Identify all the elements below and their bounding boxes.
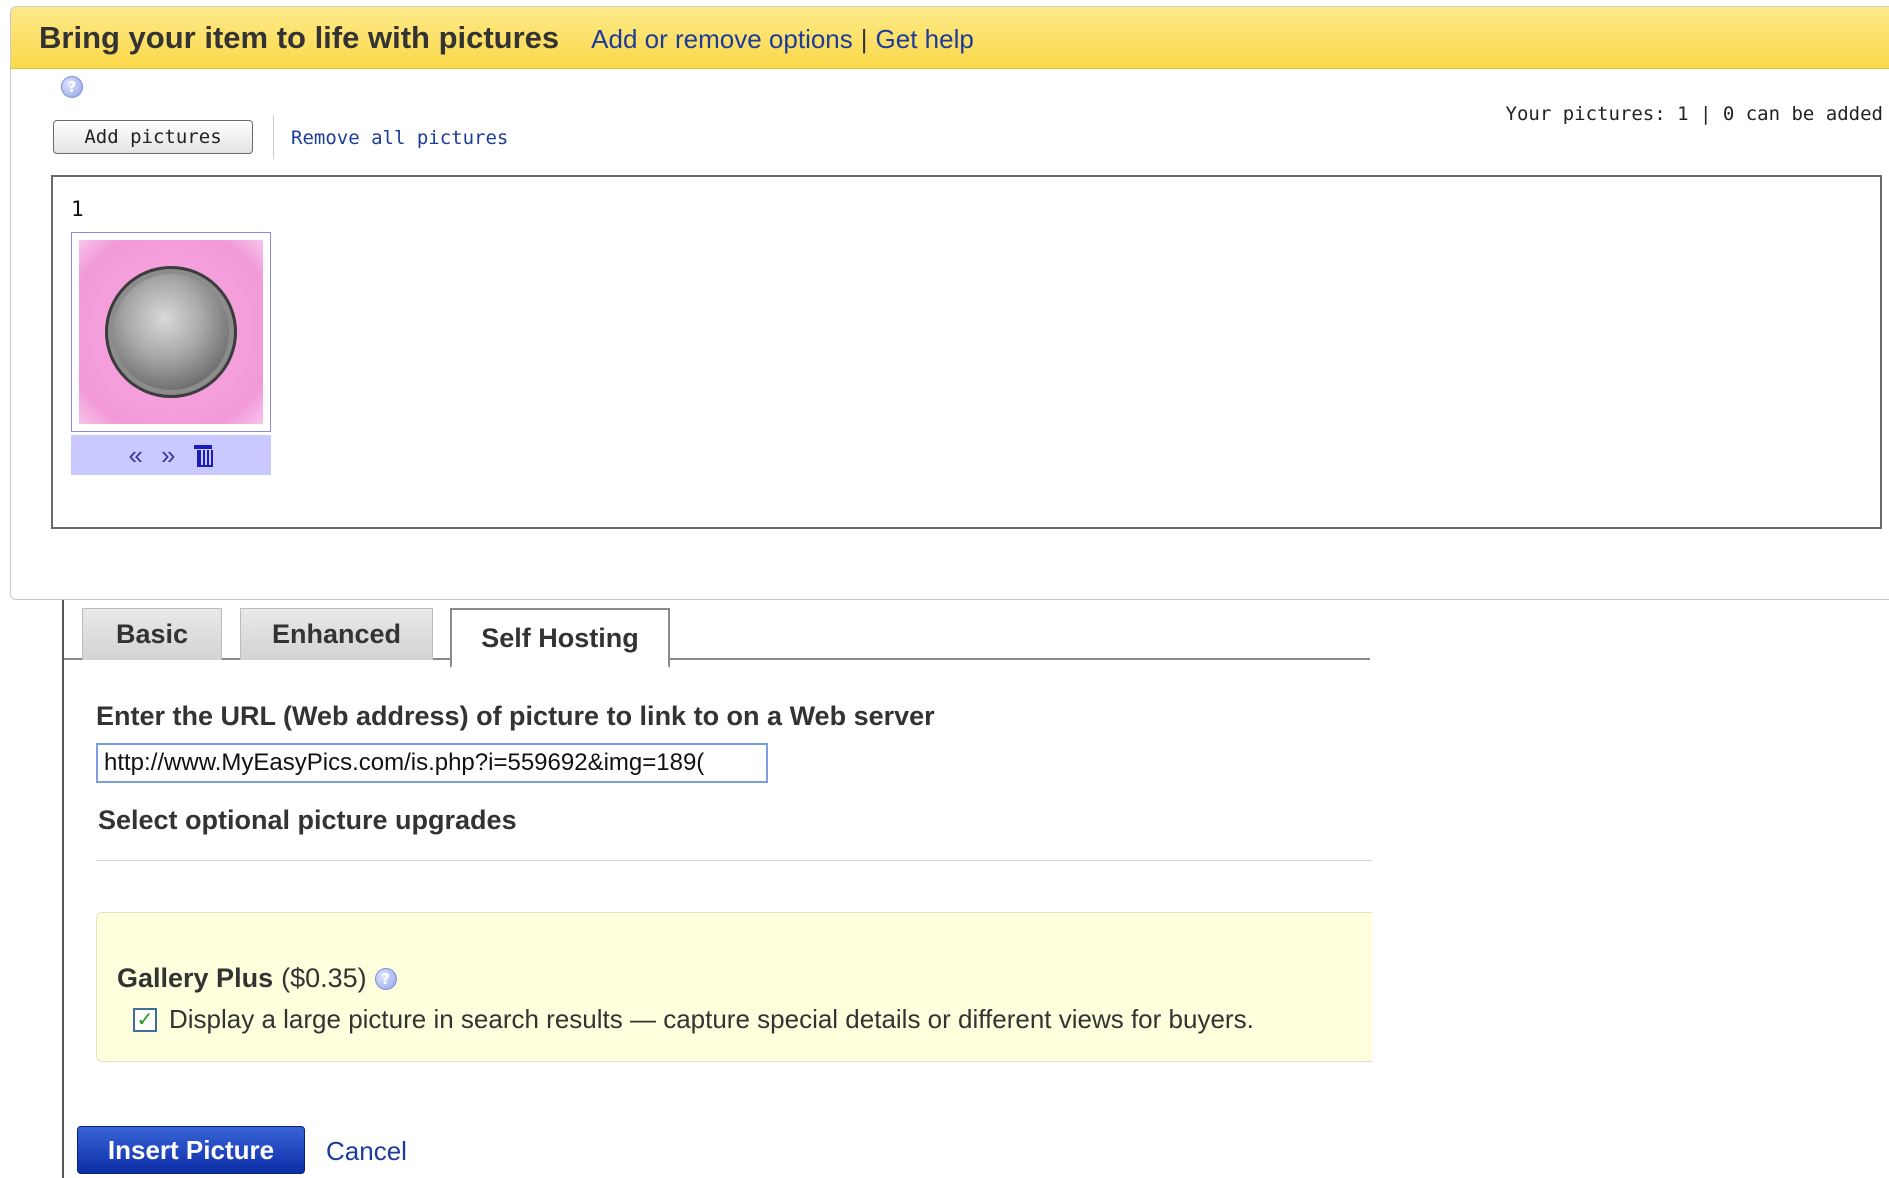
url-field-label: Enter the URL (Web address) of picture t…: [96, 701, 935, 731]
gallery-plus-checkbox[interactable]: ✓: [133, 1007, 157, 1032]
picture-gallery-area: 1 « »: [51, 175, 1882, 529]
picture-count-status: Your pictures: 1 | 0 can be added: [1505, 103, 1884, 125]
thumbnail-background: [79, 240, 263, 424]
remove-all-pictures-link[interactable]: Remove all pictures: [291, 127, 508, 149]
move-left-icon[interactable]: «: [129, 440, 143, 471]
insert-picture-button[interactable]: Insert Picture: [77, 1126, 305, 1174]
section-divider: [96, 860, 1372, 861]
tab-bar: Basic Enhanced Self Hosting: [64, 600, 1370, 668]
gallery-plus-title-row: Gallery Plus ($0.35) ?: [117, 963, 397, 994]
help-icon[interactable]: ?: [374, 967, 397, 990]
picture-source-section: Basic Enhanced Self Hosting Enter the UR…: [62, 600, 1372, 1178]
gallery-plus-option: ✓ Display a large picture in search resu…: [133, 1004, 1254, 1035]
tab-enhanced[interactable]: Enhanced: [240, 608, 433, 660]
get-help-link[interactable]: Get help: [876, 24, 974, 54]
panel-title: Bring your item to life with pictures: [39, 19, 560, 55]
gallery-plus-price: ($0.35): [281, 963, 367, 993]
picture-url-input[interactable]: [96, 743, 768, 783]
thumbnail-controls: « »: [71, 435, 271, 475]
gallery-plus-title: Gallery Plus: [117, 963, 274, 993]
pictures-panel: Bring your item to life with pictures Ad…: [10, 6, 1889, 600]
add-pictures-button[interactable]: Add pictures: [53, 120, 253, 154]
coin-image: [105, 266, 237, 398]
divider: [273, 115, 274, 159]
picture-thumbnail[interactable]: [71, 232, 271, 432]
header-link-separator: |: [860, 24, 868, 54]
panel-header: Bring your item to life with pictures Ad…: [11, 7, 1889, 69]
cancel-link[interactable]: Cancel: [326, 1136, 407, 1167]
tab-self-hosting[interactable]: Self Hosting: [450, 608, 670, 668]
trash-icon[interactable]: [193, 444, 214, 467]
gallery-plus-box: Gallery Plus ($0.35) ? ✓ Display a large…: [96, 912, 1372, 1062]
tab-basic[interactable]: Basic: [82, 608, 222, 660]
help-icon[interactable]: ?: [61, 76, 83, 98]
picture-index: 1: [71, 197, 84, 221]
move-right-icon[interactable]: »: [161, 440, 175, 471]
gallery-plus-checkbox-label[interactable]: Display a large picture in search result…: [169, 1004, 1254, 1035]
header-links: Add or remove options | Get help: [591, 24, 974, 55]
add-remove-options-link[interactable]: Add or remove options: [591, 24, 853, 54]
upgrades-heading: Select optional picture upgrades: [98, 805, 517, 835]
